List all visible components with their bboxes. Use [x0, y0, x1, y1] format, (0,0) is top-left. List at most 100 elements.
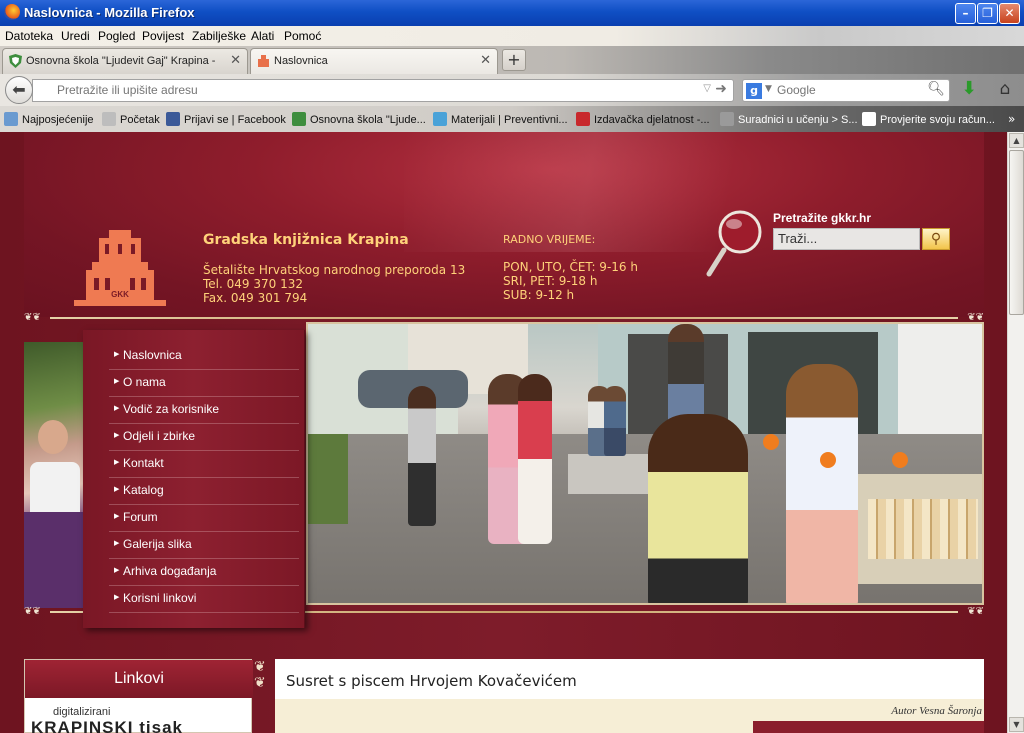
- close-tab-icon[interactable]: ✕: [480, 53, 491, 68]
- site-search-button[interactable]: ⚲: [922, 228, 950, 250]
- shield-icon: [292, 112, 306, 126]
- magnifier-icon: [706, 210, 762, 277]
- search-icon[interactable]: 🔍︎: [927, 81, 945, 97]
- engine-dropdown-icon[interactable]: ▼: [765, 84, 772, 94]
- site-header: GKK Gradska knjižnica Krapina Šetalište …: [24, 132, 984, 317]
- url-bar[interactable]: ▽ ➜: [32, 79, 734, 102]
- banner-small-text[interactable]: digitalizirani: [53, 706, 110, 718]
- bookmark-label: Najposjećenije: [22, 114, 94, 126]
- ornament-icon: ❦❦: [254, 659, 266, 691]
- hours-line: PON, UTO, ČET: 9-16 h: [503, 260, 638, 274]
- page-icon: [720, 112, 734, 126]
- search-bar[interactable]: g ▼ 🔍︎: [742, 79, 950, 102]
- nav-item-o-nama[interactable]: ▶ O nama: [109, 370, 299, 397]
- vertical-scrollbar[interactable]: ▲ ▼: [1007, 132, 1024, 733]
- tab-label: Osnovna škola "Ljudevit Gaj" Krapina - N…: [26, 55, 216, 67]
- maximize-button[interactable]: ❐: [977, 3, 998, 24]
- bookmark-izdavacka[interactable]: Izdavačka djelatnost -...: [576, 112, 710, 126]
- navigation-toolbar: ▽ ➜ ⬅ g ▼ 🔍︎: [0, 74, 1024, 106]
- close-window-button[interactable]: ✕: [999, 3, 1020, 24]
- home-icon[interactable]: ⌂: [996, 80, 1014, 98]
- more-bookmarks-icon[interactable]: »: [1008, 112, 1015, 126]
- ornament-icon: ❦❦: [24, 606, 41, 617]
- menu-bar: Datoteka Uredi Pogled Povijest Zabilješk…: [0, 26, 1024, 46]
- bullet-icon: ▶: [114, 377, 120, 385]
- menu-zabiljeske[interactable]: Zabilješke: [192, 29, 246, 43]
- url-input[interactable]: [57, 83, 657, 97]
- bookmark-label: Provjerite svoju račun...: [880, 114, 995, 126]
- bookmark-label: Izdavačka djelatnost -...: [594, 114, 710, 126]
- nav-item-vodic[interactable]: ▶ Vodič za korisnike: [109, 397, 299, 424]
- scroll-thumb[interactable]: [1009, 150, 1024, 315]
- close-tab-icon[interactable]: ✕: [230, 53, 241, 68]
- bookmark-label: Materijali | Preventivni...: [451, 114, 568, 126]
- bullet-icon: ▶: [114, 431, 120, 439]
- bookmark-materijali[interactable]: Materijali | Preventivni...: [433, 112, 568, 126]
- article-title[interactable]: Susret s piscem Hrvojem Kovačevićem: [286, 672, 577, 690]
- site-search-input[interactable]: Traži...: [773, 228, 920, 250]
- address-line: Šetalište Hrvatskog narodnog preporoda 1…: [203, 263, 466, 277]
- nav-item-katalog[interactable]: ▶ Katalog: [109, 478, 299, 505]
- nav-item-linkovi[interactable]: ▶ Korisni linkovi: [109, 586, 299, 613]
- menu-uredi[interactable]: Uredi: [61, 29, 90, 43]
- scroll-down-icon[interactable]: ▼: [1009, 717, 1024, 732]
- bookmark-label: Suradnici u učenju > S...: [738, 114, 858, 126]
- publisher-icon: [576, 112, 590, 126]
- bookmark-najposjecenije[interactable]: Najposjećenije: [4, 112, 94, 126]
- go-arrow-icon[interactable]: ➜: [715, 81, 727, 97]
- hours-line: SUB: 9-12 h: [503, 288, 575, 302]
- minimize-button[interactable]: –: [955, 3, 976, 24]
- shield-icon: [9, 54, 22, 68]
- download-icon[interactable]: ⬇: [960, 80, 978, 98]
- bookmark-pocetak[interactable]: Početak: [102, 112, 160, 126]
- banner-big-text[interactable]: KRAPINSKI tisak: [31, 718, 183, 733]
- phone-line: Tel. 049 370 132: [203, 277, 303, 291]
- bullet-icon: ▶: [114, 404, 120, 412]
- window-titlebar: Naslovnica - Mozilla Firefox – ❐ ✕: [0, 0, 1024, 26]
- bookmark-facebook[interactable]: Prijavi se | Facebook: [166, 112, 286, 126]
- nav-label: Arhiva događanja: [123, 564, 217, 578]
- hours-line: SRI, PET: 9-18 h: [503, 274, 598, 288]
- page-icon: [102, 112, 116, 126]
- bookmark-provjerite[interactable]: Provjerite svoju račun...: [862, 112, 995, 126]
- google-icon[interactable]: g: [746, 83, 762, 99]
- new-tab-button[interactable]: +: [502, 49, 526, 71]
- history-dropdown-icon[interactable]: ▽: [703, 83, 711, 94]
- nav-label: Forum: [123, 510, 158, 524]
- search-icon: ⚲: [930, 231, 942, 247]
- hours-title: RADNO VRIJEME:: [503, 233, 596, 246]
- library-name: Gradska knjižnica Krapina: [203, 232, 409, 248]
- tab-osnovna-skola[interactable]: Osnovna škola "Ljudevit Gaj" Krapina - N…: [2, 48, 248, 74]
- menu-pogled[interactable]: Pogled: [98, 29, 135, 43]
- bookmark-label: Osnovna škola "Ljude...: [310, 114, 426, 126]
- fax-line: Fax. 049 301 794: [203, 291, 308, 305]
- bookmark-suradnici[interactable]: Suradnici u učenju > S...: [720, 112, 858, 126]
- bullet-icon: ▶: [114, 593, 120, 601]
- nav-label: Korisni linkovi: [123, 591, 197, 605]
- photo-left-strip: [24, 342, 83, 608]
- firefox-icon: [4, 4, 20, 20]
- menu-povijest[interactable]: Povijest: [142, 29, 184, 43]
- tab-naslovnica[interactable]: Naslovnica ✕: [250, 48, 498, 74]
- bookmark-osnovna-skola[interactable]: Osnovna škola "Ljude...: [292, 112, 426, 126]
- p-icon: [433, 112, 447, 126]
- menu-datoteka[interactable]: Datoteka: [5, 29, 53, 43]
- menu-pomoc[interactable]: Pomoć: [284, 29, 321, 43]
- back-arrow-icon: ⬅: [12, 80, 26, 99]
- site-navigation: ▶ Naslovnica ▶ O nama ▶ Vodič za korisnike …: [83, 330, 305, 628]
- nav-item-naslovnica[interactable]: ▶ Naslovnica: [109, 343, 299, 370]
- back-button[interactable]: ⬅: [5, 76, 33, 104]
- window-title: Naslovnica - Mozilla Firefox: [24, 5, 195, 20]
- bullet-icon: ▶: [114, 512, 120, 520]
- nav-item-forum[interactable]: ▶ Forum: [109, 505, 299, 532]
- nav-item-odjeli[interactable]: ▶ Odjeli i zbirke: [109, 424, 299, 451]
- scroll-up-icon[interactable]: ▲: [1009, 133, 1024, 148]
- search-input[interactable]: [777, 83, 917, 97]
- menu-alati[interactable]: Alati: [251, 29, 274, 43]
- nav-item-arhiva[interactable]: ▶ Arhiva događanja: [109, 559, 299, 586]
- opening-hours: PON, UTO, ČET: 9-16 h SRI, PET: 9-18 h S…: [503, 260, 638, 302]
- links-title: Linkovi: [25, 660, 253, 698]
- nav-item-kontakt[interactable]: ▶ Kontakt: [109, 451, 299, 478]
- bookmarks-toolbar: Najposjećenije Početak Prijavi se | Face…: [0, 106, 1024, 132]
- nav-item-galerija[interactable]: ▶ Galerija slika: [109, 532, 299, 559]
